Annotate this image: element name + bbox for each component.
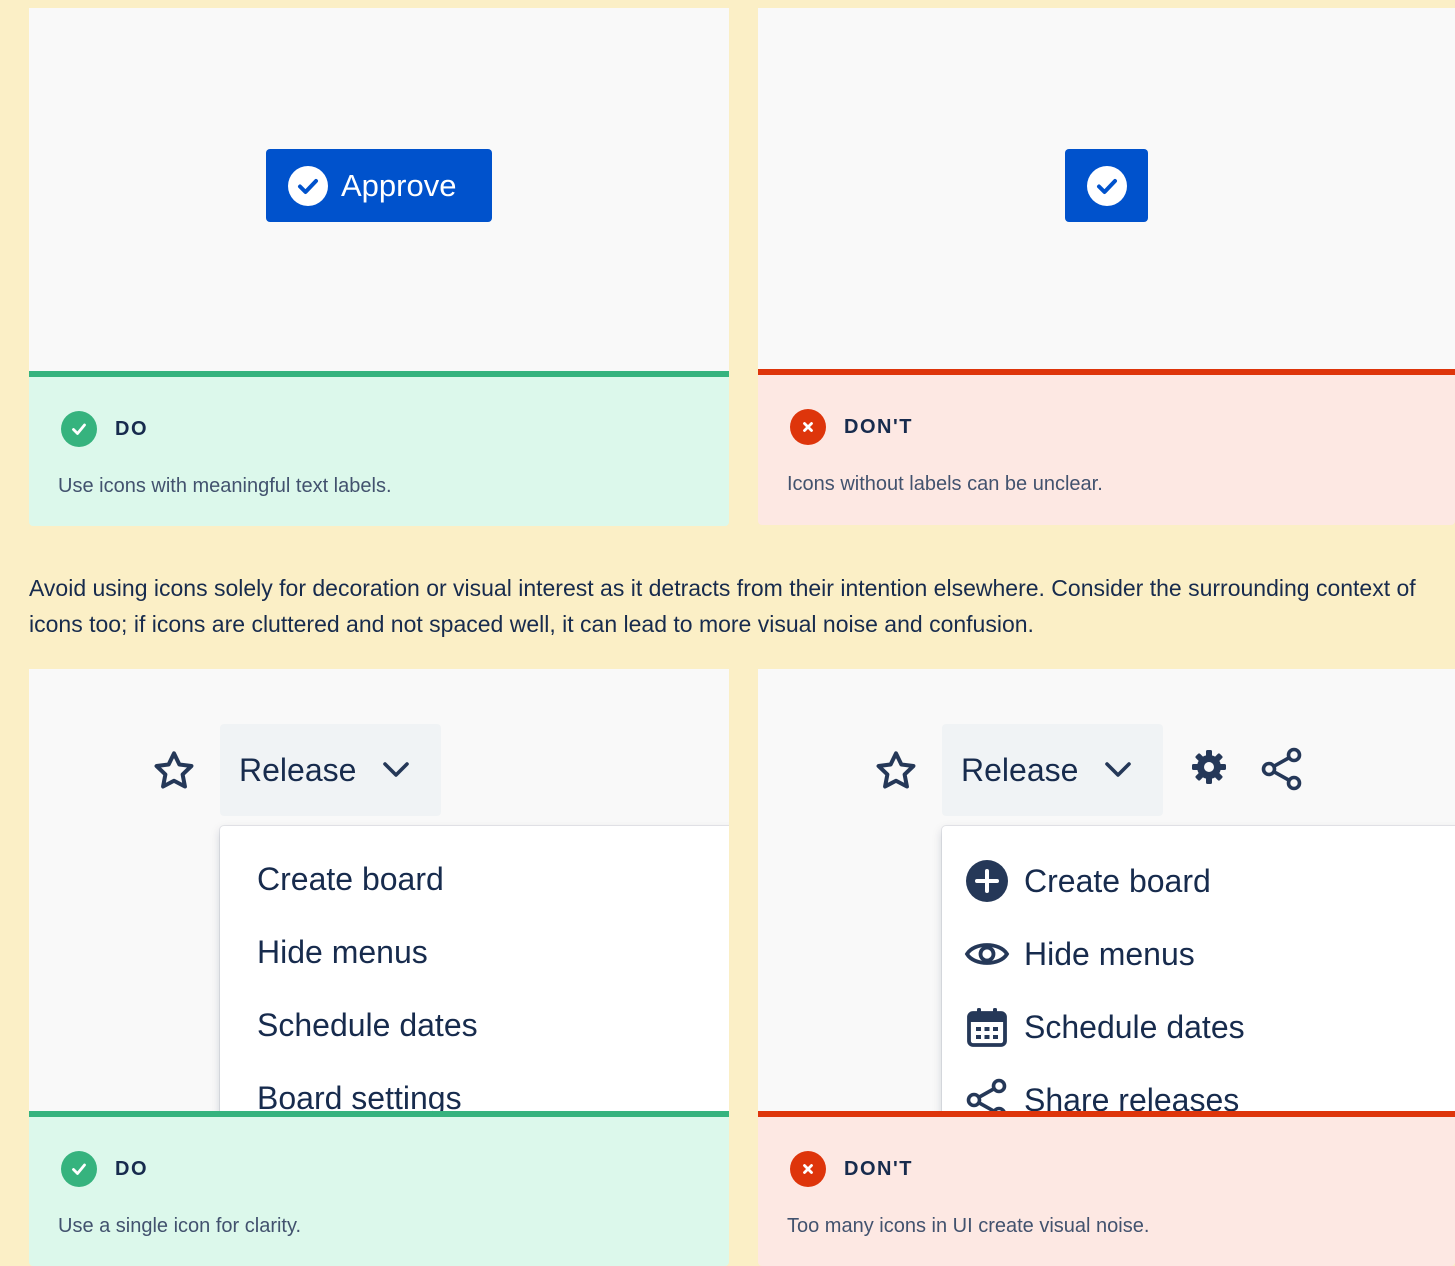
star-icon[interactable] xyxy=(873,748,919,794)
verdict-description: Use icons with meaningful text labels. xyxy=(58,475,392,497)
add-circle-icon xyxy=(964,858,1010,904)
verdict-description: Use a single icon for clarity. xyxy=(58,1215,302,1237)
do-check-badge-icon xyxy=(61,1151,97,1187)
do-verdict-panel: DO Use a single icon for clarity. xyxy=(29,1111,729,1266)
dont-cross-badge-icon xyxy=(790,409,826,445)
do-preview-area: Release Create board Hide menus Schedule… xyxy=(29,669,729,1111)
share-icon xyxy=(964,1077,1010,1111)
release-menu: Create board Hide menus Schedule dates S… xyxy=(942,826,1455,1111)
menu-item-hide-menus[interactable]: Hide menus xyxy=(964,931,1195,977)
check-circle-icon xyxy=(288,165,328,206)
menu-item-hide-menus[interactable]: Hide menus xyxy=(257,934,428,971)
do-check-badge-icon xyxy=(61,411,97,447)
release-menu: Create board Hide menus Schedule dates B… xyxy=(220,826,729,1111)
icon-only-button[interactable] xyxy=(1065,149,1148,222)
menu-item-board-settings[interactable]: Board settings xyxy=(257,1080,462,1111)
calendar-icon xyxy=(964,1004,1010,1050)
verdict-title: DON'T xyxy=(844,415,913,438)
do-preview-area: Approve xyxy=(29,8,729,371)
check-circle-icon xyxy=(1086,165,1127,206)
verdict-description: Too many icons in UI create visual noise… xyxy=(787,1215,1150,1237)
dont-example-card-many-icons: Release Create board Hide menus Schedule… xyxy=(758,669,1455,1266)
dont-example-card-labels: DON'T Icons without labels can be unclea… xyxy=(758,8,1455,525)
do-example-card-labels: Approve DO Use icons with meaningful tex… xyxy=(29,8,729,526)
dont-cross-badge-icon xyxy=(790,1151,826,1187)
star-icon[interactable] xyxy=(151,748,197,794)
do-example-card-single-icon: Release Create board Hide menus Schedule… xyxy=(29,669,729,1266)
dont-preview-area: Release Create board Hide menus Schedule… xyxy=(758,669,1455,1111)
menu-item-create-board[interactable]: Create board xyxy=(257,861,444,898)
chevron-down-icon xyxy=(383,762,410,777)
release-dropdown[interactable]: Release xyxy=(220,724,441,816)
release-dropdown-label: Release xyxy=(961,751,1079,788)
verdict-description: Icons without labels can be unclear. xyxy=(787,473,1103,495)
guidance-paragraph: Avoid using icons solely for decoration … xyxy=(29,575,1416,637)
menu-item-create-board[interactable]: Create board xyxy=(964,858,1211,904)
verdict-title: DO xyxy=(115,1157,148,1180)
approve-button[interactable]: Approve xyxy=(266,149,492,222)
dont-verdict-panel: DON'T Too many icons in UI create visual… xyxy=(758,1111,1455,1266)
gear-icon[interactable] xyxy=(1191,749,1227,785)
eye-icon xyxy=(964,931,1010,977)
verdict-title: DO xyxy=(115,417,148,440)
chevron-down-icon xyxy=(1105,762,1132,777)
approve-button-label: Approve xyxy=(341,167,457,203)
release-dropdown[interactable]: Release xyxy=(942,724,1163,816)
dont-preview-area xyxy=(758,8,1455,369)
release-dropdown-label: Release xyxy=(239,751,357,788)
dont-verdict-panel: DON'T Icons without labels can be unclea… xyxy=(758,369,1455,525)
menu-item-share-releases[interactable]: Share releases xyxy=(964,1077,1239,1111)
verdict-title: DON'T xyxy=(844,1157,913,1180)
menu-item-schedule-dates[interactable]: Schedule dates xyxy=(257,1007,478,1044)
do-verdict-panel: DO Use icons with meaningful text labels… xyxy=(29,371,729,526)
share-icon[interactable] xyxy=(1260,747,1304,791)
menu-item-schedule-dates[interactable]: Schedule dates xyxy=(964,1004,1245,1050)
